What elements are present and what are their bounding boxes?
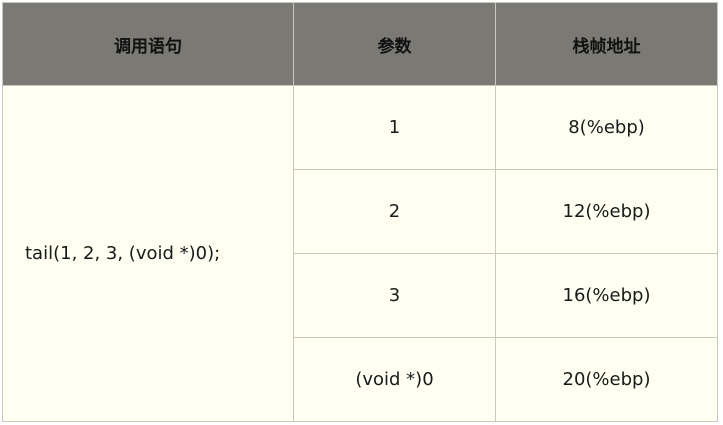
address-cell: 12(%ebp) [495, 169, 718, 254]
table-container: 调用语句 参数 栈帧地址 tail(1, 2, 3, (void *)0); 1… [2, 2, 718, 422]
stack-frame-table: 调用语句 参数 栈帧地址 tail(1, 2, 3, (void *)0); 1… [2, 2, 718, 422]
table-header-row: 调用语句 参数 栈帧地址 [2, 2, 718, 86]
address-cell: 20(%ebp) [495, 337, 718, 422]
param-cell: 1 [293, 85, 496, 170]
param-cell: 2 [293, 169, 496, 254]
table-row: tail(1, 2, 3, (void *)0); 1 8(%ebp) [2, 85, 718, 422]
param-cell: (void *)0 [293, 337, 496, 422]
address-cell: 8(%ebp) [495, 85, 718, 170]
header-parameter: 参数 [293, 2, 496, 86]
address-cell: 16(%ebp) [495, 253, 718, 338]
call-statement-cell: tail(1, 2, 3, (void *)0); [2, 85, 294, 422]
param-cell: 3 [293, 253, 496, 338]
header-stack-address: 栈帧地址 [495, 2, 718, 86]
header-call-statement: 调用语句 [2, 2, 294, 86]
